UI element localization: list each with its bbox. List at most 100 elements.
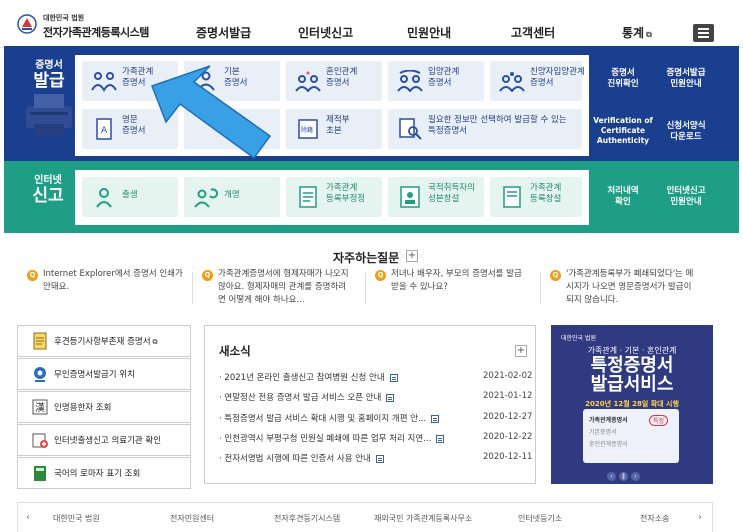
faq-title: 자주하는질문 — [333, 251, 400, 265]
faq-more-button[interactable]: + — [406, 250, 418, 262]
prev-arrow-icon[interactable]: ‹ — [26, 512, 30, 523]
divider — [192, 272, 193, 304]
new-doc-icon — [503, 186, 521, 208]
report-guide-link[interactable]: 인터넷신고 민원안내 — [656, 186, 716, 208]
card-family-relation-cert[interactable]: 가족관계 증명서 — [82, 61, 178, 101]
footer-link[interactable]: 전자후견등기시스템 — [274, 513, 340, 524]
book-icon — [34, 466, 46, 481]
banner-controls[interactable]: ‹ ‖ › — [607, 470, 659, 481]
hanja-icon: 漢 — [32, 399, 48, 415]
link-hospital-check[interactable]: 인터넷출생신고 의료기관 확인 — [17, 424, 191, 456]
card-name-change-report[interactable]: 개명 — [184, 177, 280, 217]
footer-link[interactable]: 대한민국 법원 — [53, 513, 100, 524]
new-icon — [386, 393, 395, 402]
family-icon — [91, 72, 117, 92]
external-link-icon: ⧉ — [646, 30, 652, 39]
question-icon: Q — [375, 270, 386, 281]
person-icon — [197, 71, 215, 91]
news-item[interactable]: · 특정증명서 발급 서비스 확대 시행 및 홈페이지 개편 안... 2020-… — [219, 412, 532, 424]
site-logo[interactable]: 대한민국 법원 전자가족관계등록시스템 — [16, 10, 156, 42]
divider — [540, 272, 541, 304]
card-specific-cert[interactable]: 필요한 정보만 선택하여 발급할 수 있는 특정증명서 — [388, 109, 582, 149]
link-romanization[interactable]: 국어의 로마자 표기 조회 — [17, 457, 191, 489]
card-marriage-cert[interactable]: 혼인관계 증명서 — [286, 61, 382, 101]
form-download-link[interactable]: 신청서양식 다운로드 — [656, 121, 716, 143]
next-arrow-icon[interactable]: › — [698, 512, 702, 523]
nav-internet-report[interactable]: 인터넷신고 — [298, 24, 353, 41]
new-icon — [389, 373, 398, 382]
promo-banner[interactable]: 대한민국 법원 가족관계 · 기본 · 혼인관계 특정증명서 발급서비스 2020… — [551, 325, 713, 484]
id-card-icon — [400, 186, 420, 208]
card-birth-report[interactable]: 출생 — [82, 177, 178, 217]
svg-text:A: A — [101, 126, 108, 136]
news-panel: 새소식 + · 2021년 온라인 출생신고 참여병원 신청 안내 2021-02… — [204, 325, 536, 484]
link-hanja-search[interactable]: 漢 인명용한자 조회 — [17, 391, 191, 423]
full-adoption-icon — [499, 72, 525, 92]
hospital-icon — [32, 433, 48, 448]
search-doc-icon — [399, 118, 422, 140]
report-history-link[interactable]: 처리내역 확인 — [593, 186, 653, 208]
nav-customer-center[interactable]: 고객센터 — [511, 24, 555, 41]
external-link-icon: ⧉ — [152, 338, 158, 346]
name-change-icon — [194, 188, 219, 208]
cert-verify-link[interactable]: 증명서 진위확인 — [593, 68, 653, 90]
menu-button[interactable] — [693, 24, 714, 42]
footer-link[interactable]: 재외국민 가족관계등록사무소 — [374, 513, 472, 524]
report-section-title: 인터넷 신고 — [32, 175, 64, 206]
court-emblem-icon — [17, 14, 37, 34]
card-register-creation[interactable]: 가족관계 등록창설 — [490, 177, 582, 217]
news-item[interactable]: · 연말정산 전용 증명서 발급 서비스 오픈 안내 2021-01-12 — [219, 391, 532, 403]
adoption-icon — [397, 70, 423, 92]
link-guardianship-cert[interactable]: 후견등기사항부존재 증명서 ⧉ — [17, 325, 191, 357]
card-adoption-cert[interactable]: 입양관계 증명서 — [388, 61, 484, 101]
cert-authenticity-link[interactable]: Verification of Certificate Authenticity — [589, 116, 657, 145]
banner-illustration: 가족관계증명서 기본증명서 혼인관계증명서 특정 — [583, 409, 679, 463]
card-basic-cert[interactable]: 기본 증명서 — [184, 61, 280, 101]
question-icon: Q — [27, 270, 38, 281]
news-more-button[interactable]: + — [515, 345, 527, 357]
svg-text:除籍: 除籍 — [301, 126, 313, 134]
location-icon — [34, 367, 46, 382]
divider — [365, 272, 366, 304]
nav-certificates[interactable]: 증명서발급 — [196, 24, 251, 41]
new-icon — [375, 454, 384, 463]
link-kiosk-location[interactable]: 무인증명서발급기 위치 — [17, 358, 191, 390]
form-icon — [299, 186, 317, 208]
question-icon: Q — [550, 270, 561, 281]
nav-civil-guide[interactable]: 민원안내 — [407, 24, 451, 41]
new-icon — [436, 434, 445, 443]
cert-guide-link[interactable]: 증명서발급 민원안내 — [656, 68, 716, 90]
news-item[interactable]: · 인천광역시 부평구청 민원실 폐쇄에 따른 업무 처리 지연... 2020-… — [219, 432, 532, 444]
prev-icon: ‹ — [607, 472, 616, 481]
card-full-adoption-cert[interactable]: 친양자입양관계 증명서 — [490, 61, 585, 101]
nav-statistics[interactable]: 통계 ⧉ — [622, 24, 652, 41]
card-removed-register[interactable]: 除籍 제적부 초본 — [286, 109, 382, 149]
couple-heart-icon — [295, 71, 321, 92]
card-english-cert[interactable]: A 영문 증명서 — [82, 109, 178, 149]
pause-icon: ‖ — [619, 472, 628, 481]
news-item[interactable]: · 전자서명법 시행에 따른 인증서 사용 안내 2020-12-11 — [219, 452, 532, 464]
card-register-correction[interactable]: 가족관계 등록부정정 — [286, 177, 382, 217]
removed-doc-icon: 除籍 — [298, 119, 318, 139]
logo-org: 대한민국 법원 — [43, 14, 85, 22]
related-sites-bar: ‹ 대한민국 법원 전자민원센터 전자후견등기시스템 재외국민 가족관계등록사무… — [17, 502, 713, 532]
next-icon: › — [631, 472, 640, 481]
news-title: 새소식 — [219, 344, 251, 358]
card-surname-creation[interactable]: 국적취득자의 성본창설 — [388, 177, 484, 217]
nav-statistics-label: 통계 — [622, 26, 645, 40]
site-header: 대한민국 법원 전자가족관계등록시스템 증명서발급 인터넷신고 민원안내 고객센… — [0, 0, 743, 48]
english-doc-icon: A — [96, 118, 112, 140]
footer-link[interactable]: 인터넷등기소 — [518, 513, 562, 524]
document-icon — [33, 332, 47, 350]
printer-icon — [26, 94, 72, 136]
news-item[interactable]: · 2021년 온라인 출생신고 참여병원 신청 안내 2021-02-02 — [219, 371, 532, 383]
footer-link[interactable]: 전자민원센터 — [170, 513, 214, 524]
card-hidden-cert[interactable] — [184, 109, 280, 149]
question-icon: Q — [202, 270, 213, 281]
footer-link[interactable]: 전자소송 — [640, 513, 669, 524]
svg-text:漢: 漢 — [35, 401, 45, 414]
certificate-section-title: 증명서 발급 — [33, 60, 65, 91]
new-icon — [431, 414, 440, 423]
logo-title: 전자가족관계등록시스템 — [43, 26, 149, 39]
baby-icon — [96, 188, 112, 208]
